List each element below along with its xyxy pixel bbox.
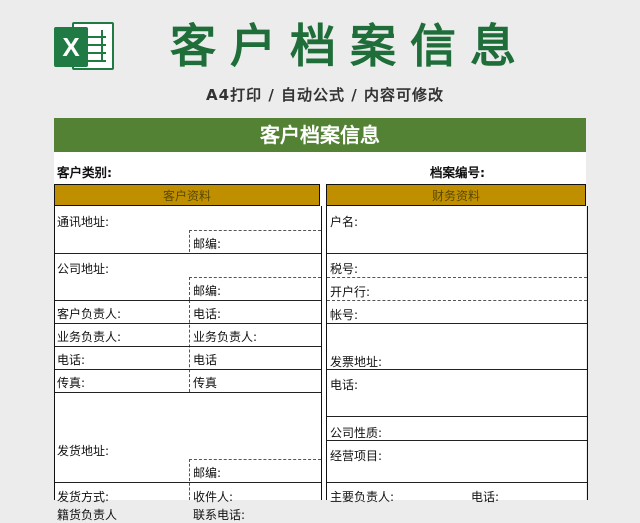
customer-form-sheet: 客户档案信息 客户类别: 档案编号: 客户资料 财务资料 通讯地址: 邮编: 公…: [54, 118, 588, 522]
company-address-label: 公司地址:: [57, 262, 110, 276]
company-nature-label: 公司性质:: [330, 426, 383, 440]
phone-label-3: 电话: [193, 353, 218, 367]
postcode-label-2: 邮编:: [193, 284, 222, 298]
finance-info-panel: 户名: 税号: 开户行: 帐号: 发票地址: 电话: 公司性质: 经营项目: 主…: [326, 206, 588, 504]
mailing-address-label: 通讯地址:: [57, 215, 110, 229]
customer-info-panel: 通讯地址: 邮编: 公司地址: 邮编: 客户负责人: 电话: 业务负责人: 业务…: [54, 206, 322, 522]
sheet-header: 客户档案信息: [54, 118, 586, 152]
invoice-address-label: 发票地址:: [330, 355, 383, 369]
main-manager-label: 主要负责人:: [330, 490, 395, 504]
fax-label-2: 传真: [193, 376, 218, 390]
customer-type-label: 客户类别:: [57, 165, 112, 180]
main-phone-label: 电话:: [471, 490, 500, 504]
business-scope-label: 经营项目:: [330, 449, 383, 463]
phone-label-2: 电话:: [57, 353, 86, 367]
customer-info-section-header: 客户资料: [54, 184, 320, 206]
finance-info-section-header: 财务资料: [326, 184, 586, 206]
excel-logo-icon: X: [54, 20, 116, 72]
sales-manager-label-1: 业务负责人:: [57, 330, 122, 344]
delivery-method-label: 发货方式:: [57, 490, 110, 504]
tax-number-label: 税号:: [330, 262, 359, 276]
postcode-label-1: 邮编:: [193, 237, 222, 251]
account-name-label: 户名:: [330, 215, 359, 229]
customer-manager-label: 客户负责人:: [57, 307, 122, 321]
phone-label-1: 电话:: [193, 307, 222, 321]
finance-phone-label: 电话:: [330, 378, 359, 392]
excel-x-icon: X: [54, 27, 88, 67]
sales-manager-label-2: 业务负责人:: [193, 330, 258, 344]
partial-row-label-2: 联系电话:: [193, 508, 246, 522]
page-subtitle: A4打印 / 自动公式 / 内容可修改: [206, 86, 444, 104]
receiver-label: 收件人:: [193, 490, 234, 504]
fax-label-1: 传真:: [57, 376, 86, 390]
partial-row-label-1: 籍货负责人: [57, 508, 118, 522]
file-number-label: 档案编号:: [430, 165, 485, 180]
account-number-label: 帐号:: [330, 308, 359, 322]
delivery-address-label: 发货地址:: [57, 444, 110, 458]
page-title: 客户档案信息: [170, 19, 530, 73]
postcode-label-3: 邮编:: [193, 466, 222, 480]
bank-label: 开户行:: [330, 285, 371, 299]
